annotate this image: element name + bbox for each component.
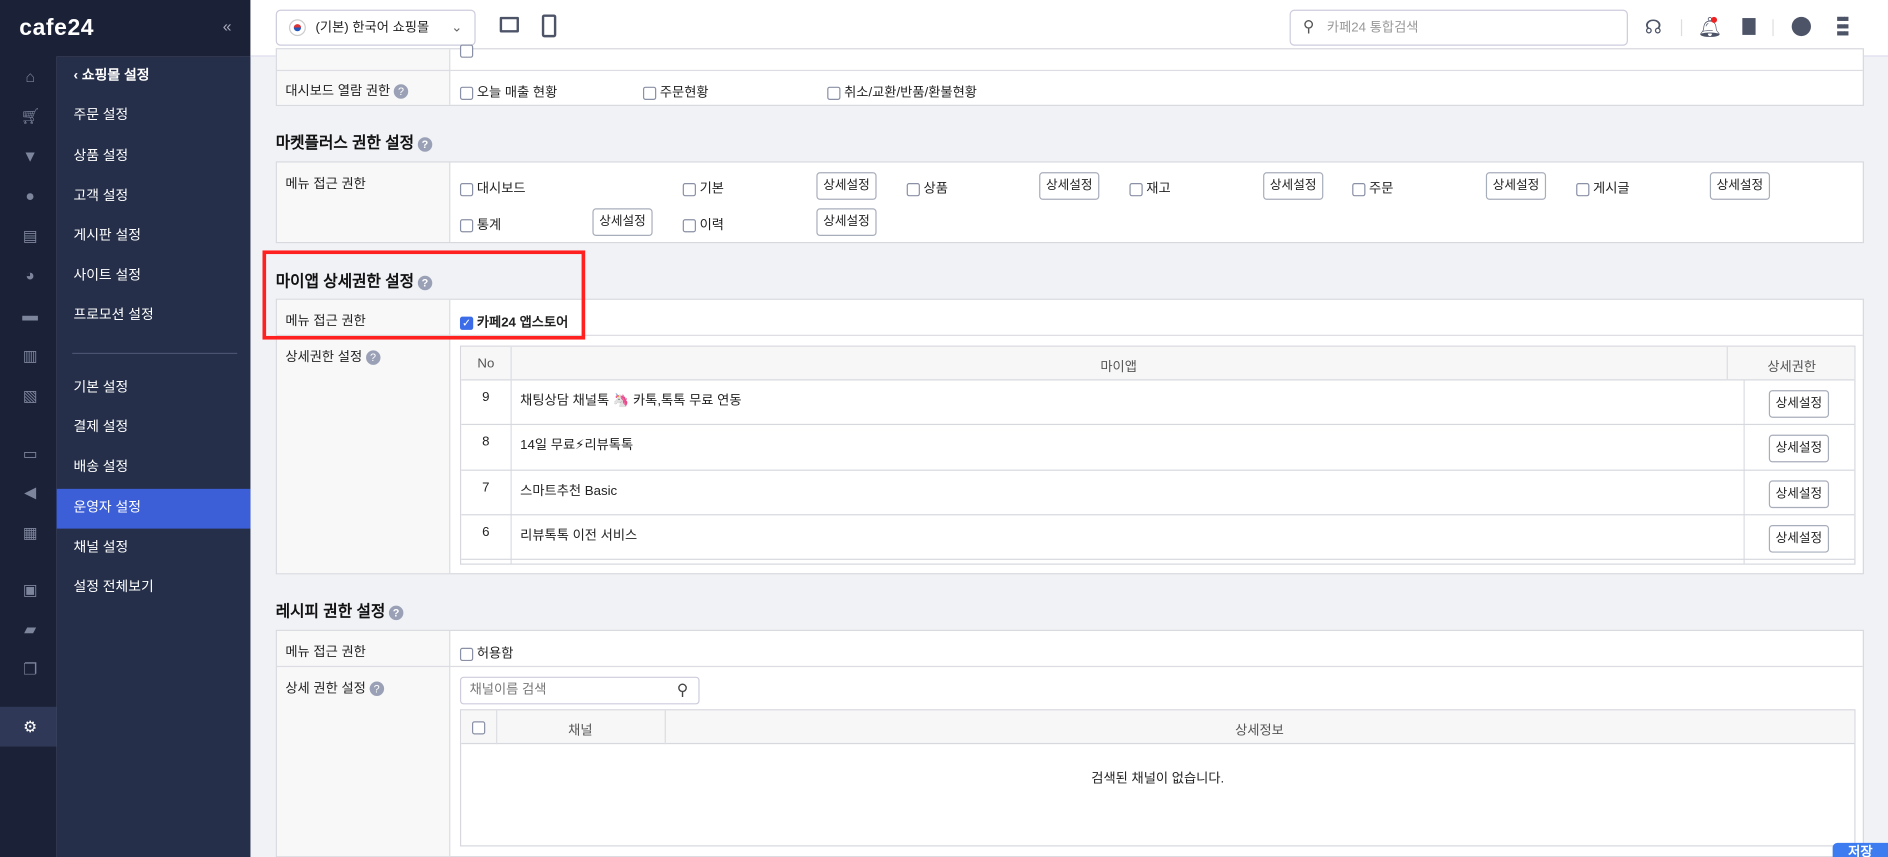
help-icon[interactable]: ? xyxy=(365,350,381,365)
detail-button[interactable]: 상세설정 xyxy=(1039,172,1100,200)
palette-icon[interactable]: ◕ xyxy=(20,267,39,284)
detail-button[interactable]: 상세설정 xyxy=(1768,524,1830,553)
shirt-icon[interactable]: ▼ xyxy=(20,148,39,165)
sidebar-item-site[interactable]: 사이트 설정 xyxy=(57,256,251,296)
detail-button[interactable]: 상세설정 xyxy=(1263,172,1324,200)
sidebar-back[interactable]: ‹ 쇼핑몰 설정 xyxy=(57,57,251,97)
divider xyxy=(1772,19,1774,37)
recipe-table: 메뉴 접근 권한 허용함 상세 권한 설정? 채널이름 검색 ⚲ 채널 상세정보… xyxy=(275,629,1864,857)
sidebar-item-product[interactable]: 상품 설정 xyxy=(57,137,251,177)
megaphone-icon[interactable]: ◀ xyxy=(20,483,39,501)
select-all-checkbox[interactable] xyxy=(472,721,486,735)
marketplus-table: 메뉴 접근 권한 대시보드 기본 상세설정 상품 상세설정 재고 상세설정 주문… xyxy=(275,161,1864,244)
help-icon[interactable]: ? xyxy=(393,84,409,99)
sidebar-item-operator[interactable]: 운영자 설정 xyxy=(56,488,251,529)
sidebar-item-all[interactable]: 설정 전체보기 xyxy=(57,568,251,608)
detail-button[interactable]: 상세설정 xyxy=(592,208,653,237)
gear-icon[interactable]: ⚙ xyxy=(20,718,39,736)
excel-icon[interactable]: ▧ xyxy=(20,387,39,405)
recipe-allow-checkbox[interactable]: 허용함 xyxy=(459,643,513,662)
home-icon[interactable]: ⌂ xyxy=(20,68,39,86)
sidebar-item-channel[interactable]: 채널 설정 xyxy=(57,529,251,569)
search-icon[interactable]: ⚲ xyxy=(677,680,688,699)
folder-add-icon[interactable]: ▰ xyxy=(20,621,39,638)
dashboard-label: 대시보드 열람 권한? xyxy=(285,81,409,100)
bookmark-icon[interactable] xyxy=(1742,18,1756,35)
channel-search-input[interactable]: 채널이름 검색 xyxy=(459,676,700,705)
store-icon[interactable]: ▭ xyxy=(20,445,39,463)
logo-bar: cafe24 « xyxy=(0,0,251,57)
divider xyxy=(1680,19,1683,37)
mp-dashboard[interactable]: 대시보드 xyxy=(459,178,526,197)
search-icon: ⚲ xyxy=(1302,16,1315,35)
marketplus-title: 마켓플러스 권한 설정? xyxy=(276,130,433,153)
korea-flag-icon xyxy=(288,19,306,37)
checkbox[interactable] xyxy=(827,86,841,100)
table-row: 9 채팅상담 채널톡 🦄 카톡,톡톡 무료 연동 상세설정 xyxy=(461,380,1855,426)
shop-add-icon[interactable]: ▦ xyxy=(20,524,39,542)
apps-grid-icon[interactable]: ▪▪▪ ▪▪▪ ▪▪▪ xyxy=(1836,10,1849,41)
myapp-list: No 마이앱 상세권한 9 채팅상담 채널톡 🦄 카톡,톡톡 무료 연동 상세설… xyxy=(459,345,1856,565)
table-row: 8 14일 무료⚡리뷰톡톡 상세설정 xyxy=(461,425,1855,471)
collapse-sidebar-icon[interactable]: « xyxy=(223,17,232,35)
cart-icon[interactable]: 🛒︎ xyxy=(20,108,40,125)
help-icon[interactable]: ? xyxy=(369,681,384,697)
global-search-input[interactable]: 카페24 통합검색 xyxy=(1289,9,1628,46)
sidebar-divider xyxy=(72,352,238,355)
channel-list: 채널 상세정보 검색된 채널이 없습니다. xyxy=(459,709,1856,847)
cafe24-logo[interactable]: cafe24 xyxy=(19,16,94,42)
detail-button[interactable]: 상세설정 xyxy=(1768,434,1830,463)
mp-post[interactable]: 게시글 xyxy=(1576,178,1630,197)
mp-order[interactable]: 주문 xyxy=(1352,178,1393,197)
checkbox[interactable] xyxy=(459,44,474,58)
board-icon[interactable]: ▤ xyxy=(20,227,39,245)
bell-icon[interactable]: 🔔︎ xyxy=(1698,16,1722,40)
apps-add-icon[interactable]: ▣ xyxy=(20,581,39,599)
notification-dot xyxy=(1711,16,1718,23)
mobile-icon[interactable] xyxy=(541,14,557,38)
copy-icon[interactable]: ❐ xyxy=(20,660,39,678)
table-row: 6 리뷰톡톡 이전 서비스 상세설정 xyxy=(461,515,1855,560)
detail-permission-label: 상세권한 설정? xyxy=(285,347,381,366)
sidebar-item-promotion[interactable]: 프로모션 설정 xyxy=(57,296,251,336)
detail-button[interactable]: 상세설정 xyxy=(816,172,877,200)
user-icon[interactable]: ● xyxy=(20,187,39,205)
sidebar-item-customer[interactable]: 고객 설정 xyxy=(57,177,251,217)
sidebar-item-order[interactable]: 주문 설정 xyxy=(57,96,251,136)
sidebar-item-shipping[interactable]: 배송 설정 xyxy=(57,448,251,488)
checkbox[interactable] xyxy=(642,86,657,100)
dashboard-table: 대시보드 열람 권한? 오늘 매출 현황 주문현황 취소/교환/반품/환불현황 xyxy=(275,44,1864,106)
table-row: 7 스마트추천 Basic 상세설정 xyxy=(461,471,1855,516)
myapp-table: 메뉴 접근 권한 ✓ 카페24 앱스토어 상세권한 설정? No 마이앱 상세권한… xyxy=(275,298,1864,575)
detail-button[interactable]: 상세설정 xyxy=(1709,172,1771,200)
desktop-icon[interactable] xyxy=(499,16,519,33)
checkbox[interactable] xyxy=(459,86,474,100)
mp-basic[interactable]: 기본 xyxy=(682,178,724,197)
mall-select[interactable]: (기본) 한국어 쇼핑몰 ⌄ xyxy=(275,9,476,46)
detail-button[interactable]: 상세설정 xyxy=(1768,480,1830,509)
chevron-down-icon: ⌄ xyxy=(451,20,463,35)
detail-button[interactable]: 상세설정 xyxy=(816,208,877,237)
account-icon[interactable] xyxy=(1791,16,1811,37)
mp-stock[interactable]: 재고 xyxy=(1129,178,1171,197)
mp-history[interactable]: 이력 xyxy=(682,214,724,233)
mp-product[interactable]: 상품 xyxy=(906,178,948,197)
detail-button[interactable]: 상세설정 xyxy=(1768,390,1830,418)
sidebar-item-payment[interactable]: 결제 설정 xyxy=(57,408,251,448)
mp-stats[interactable]: 통계 xyxy=(459,214,501,233)
help-icon[interactable]: ? xyxy=(388,605,404,620)
headset-icon[interactable]: ☊ xyxy=(1645,16,1662,40)
help-icon[interactable]: ? xyxy=(417,136,433,152)
sidebar-item-board[interactable]: 게시판 설정 xyxy=(57,217,251,257)
chart-icon[interactable]: ▥ xyxy=(20,347,39,365)
save-button[interactable]: 저장 xyxy=(1832,842,1888,857)
empty-message: 검색된 채널이 없습니다. xyxy=(1091,771,1225,787)
highlight-box xyxy=(262,250,586,340)
coupon-icon[interactable]: ▬ xyxy=(20,306,39,324)
chevron-left-icon: ‹ xyxy=(73,68,82,84)
recipe-title: 레시피 권한 설정? xyxy=(276,598,404,621)
detail-button[interactable]: 상세설정 xyxy=(1485,172,1547,200)
sidebar-item-basic[interactable]: 기본 설정 xyxy=(57,368,251,408)
